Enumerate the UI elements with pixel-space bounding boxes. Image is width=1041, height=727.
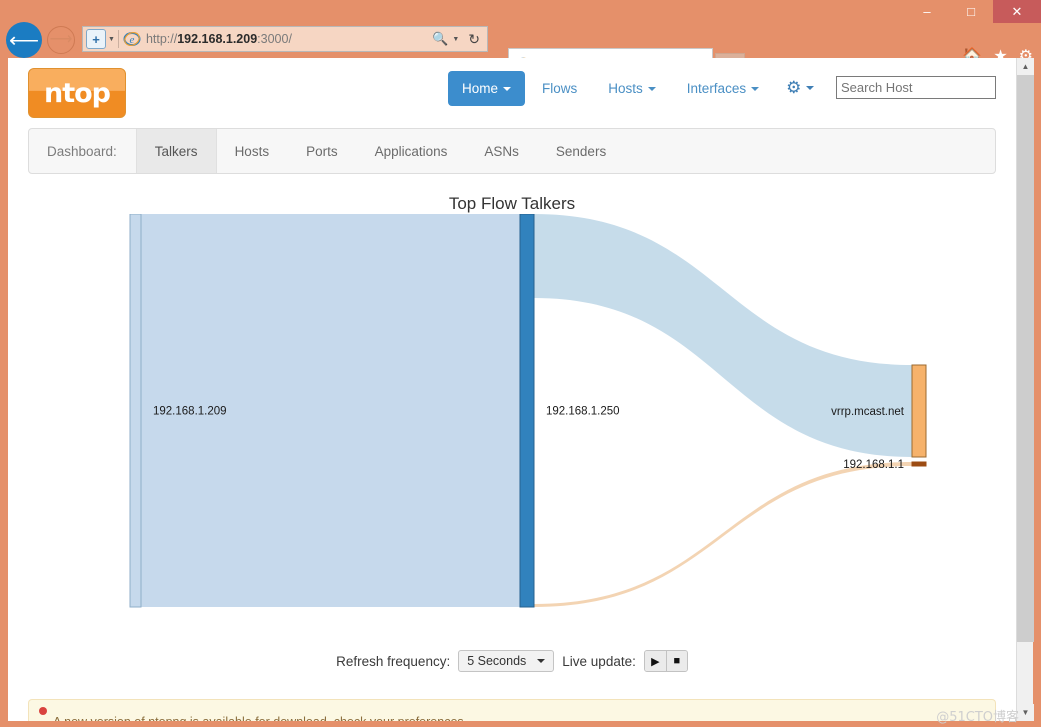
chevron-up-icon[interactable]: ▲ [1017,58,1034,75]
browser-navigation-row: ⟵ ⟶ + ▼ e http://192.168.1.209:3000/ 🔍 ▼… [0,20,1041,78]
sankey-node[interactable] [911,364,927,458]
app-header: ntop Home Flows Hosts Interfaces ⚙ Searc… [28,58,996,128]
alert-text: A new version of ntopng is available for… [53,715,464,722]
refresh-frequency-select[interactable]: 5 Seconds [458,650,555,672]
nav-item-hosts-label: Hosts [608,80,643,96]
nav-item-flows-label: Flows [542,80,578,96]
alert-banner: A new version of ntopng is available for… [28,699,996,721]
ntop-logo[interactable]: ntop [28,68,126,118]
sankey-link[interactable] [534,462,912,607]
ie-logo-icon: e [123,30,141,48]
search-input[interactable] [836,76,996,99]
stop-icon[interactable]: ■ [665,651,687,671]
refresh-frequency-value: 5 Seconds [467,654,527,668]
subtab-dashboard: Dashboard: [47,143,117,159]
chevron-down-icon[interactable]: ▼ [108,36,115,43]
sankey-node-label: vrrp.mcast.net [831,406,905,418]
sankey-svg: 192.168.1.209 192.168.1.250 vrrp.mcast.net… [129,214,927,608]
subtab-applications[interactable]: Applications [357,129,467,173]
refresh-icon[interactable]: ↻ [468,31,480,48]
sub-tab-bar: Dashboard: Talkers Hosts Ports Applicati… [28,128,996,174]
live-update-buttons: ▶ ■ [643,650,688,672]
chevron-down-icon [647,86,656,91]
sankey-chart: 192.168.1.209 192.168.1.250 vrrp.mcast.net… [8,214,1016,634]
search-dropdown-chevron-icon[interactable]: ▼ [452,36,459,43]
title-bar [0,0,1041,6]
play-icon[interactable]: ▶ [644,651,666,671]
divider [117,30,119,48]
sankey-node[interactable] [519,214,535,608]
sankey-node-label: 192.168.1.209 [153,406,227,418]
forward-arrow-icon[interactable]: ⟶ [47,26,75,54]
svg-text:e: e [129,34,134,46]
subtab-talkers[interactable]: Talkers [135,129,217,173]
nav-item-hosts[interactable]: Hosts [594,71,670,106]
compatibility-shield-icon[interactable]: + [86,29,106,49]
vertical-scrollbar[interactable]: ▲ ▼ [1016,58,1034,721]
main-navigation: Home Flows Hosts Interfaces ⚙ [448,70,824,106]
live-update-label: Live update: [562,653,636,669]
subtab-ports[interactable]: Ports [288,129,357,173]
subtab-asns[interactable]: ASNs [466,129,538,173]
alert-status-icon [39,706,47,715]
back-arrow-icon[interactable]: ⟵ [6,22,42,58]
chevron-down-icon [503,86,512,91]
page-viewport: ntop Home Flows Hosts Interfaces ⚙ Searc… [8,58,1033,721]
chevron-down-icon [537,659,546,663]
nav-item-home-label: Home [462,80,499,96]
chart-title: Top Flow Talkers [448,194,576,213]
sankey-node-label: 192.168.1.1 [843,459,904,471]
subtab-senders[interactable]: Senders [538,129,625,173]
subtab-hosts[interactable]: Hosts [217,129,289,173]
scrollbar-thumb[interactable] [1017,75,1034,642]
sankey-node[interactable] [911,461,927,467]
nav-item-home[interactable]: Home [448,70,526,106]
chevron-down-icon[interactable]: ▼ [1017,704,1034,721]
nav-item-flows[interactable]: Flows [528,71,591,106]
sankey-node-label: 192.168.1.250 [546,406,620,418]
search-icon[interactable]: 🔍 [432,31,448,47]
nav-item-interfaces[interactable]: Interfaces [673,71,773,106]
nav-item-interfaces-label: Interfaces [686,80,747,96]
page-content: ntop Home Flows Hosts Interfaces ⚙ Searc… [8,58,1016,721]
gear-icon: ⚙ [786,78,802,97]
address-bar[interactable]: + ▼ e http://192.168.1.209:3000/ 🔍 ▼ ↻ [82,26,488,52]
settings-menu[interactable]: ⚙ [776,70,824,106]
sankey-link[interactable] [534,214,912,457]
refresh-controls: Refresh frequency: 5 Seconds Live update… [8,650,1016,672]
chevron-down-icon [751,86,760,91]
sankey-node[interactable] [129,214,142,608]
url-text: http://192.168.1.209:3000/ [145,32,292,46]
chevron-down-icon [806,86,815,90]
browser-window: – □ ✕ ⟵ ⟶ + ▼ e http://192.168.1.209:300… [0,0,1041,727]
refresh-frequency-label: Refresh frequency: [336,653,451,669]
